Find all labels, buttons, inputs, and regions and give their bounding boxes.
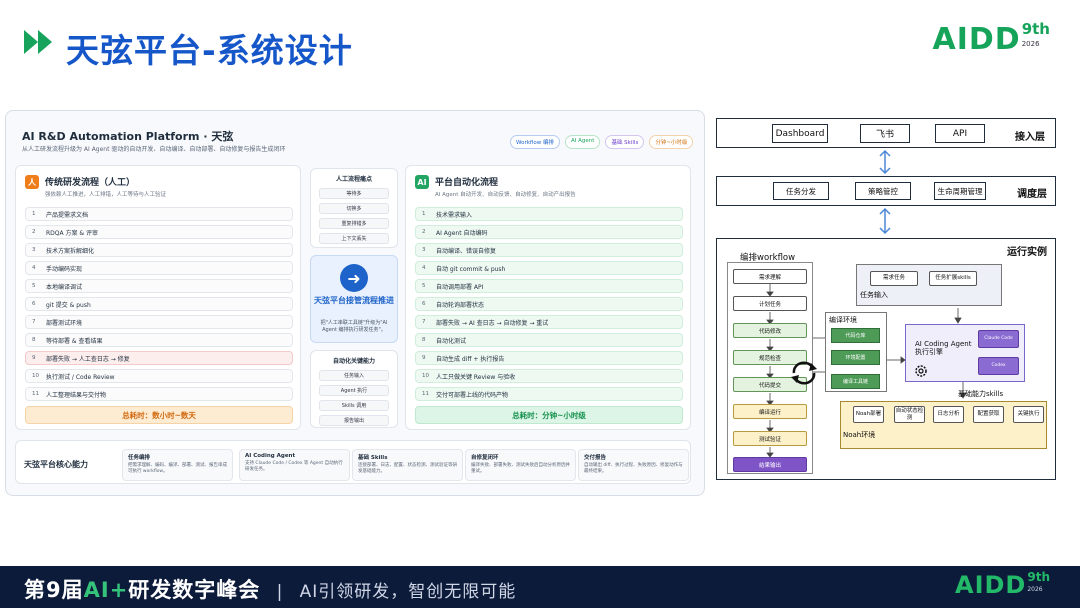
- dispatch-task: 任务分发: [773, 182, 829, 200]
- pain-title: 人工流程痛点: [335, 176, 372, 183]
- arrow-right-icon: ➜: [340, 264, 368, 292]
- list-item: 7 部署测试环境: [25, 315, 293, 329]
- list-item: 8 自动化测试: [415, 333, 683, 347]
- auto-cap-chip: 任务输入: [319, 370, 389, 381]
- logo-year: 2026: [1021, 40, 1040, 48]
- api-entry: API: [935, 124, 985, 143]
- list-item: 5 本地编译调试: [25, 279, 293, 293]
- core-capabilities-title: 天弦平台核心能力: [24, 460, 88, 469]
- automation-title: 平台自动化流程: [435, 178, 499, 188]
- list-item: 8 等待部署 & 查看结果: [25, 333, 293, 347]
- automation-steps: 1 技术需求输入 2 AI Agent 自动编码 3 自动编译、错误自修复 4 自动 g…: [415, 207, 683, 401]
- list-item: 10 人工只做关键 Review 与验收: [415, 369, 683, 383]
- tag-pills: Workflow 编排 AI Agent 基础 Skills 分钟~小时级: [510, 135, 694, 149]
- capability-item: 自修复闭环 编译失败、部署失败、测试失败后自动分析原因并重试。: [465, 449, 576, 481]
- pain-chip: 等待多: [319, 188, 389, 199]
- capability-item: 任务编排 把需求理解、编码、编译、部署、测试、报告串成可执行 workflow。: [122, 449, 233, 481]
- noah-env-label: Noah环境: [843, 431, 876, 439]
- task-input-requirement: 需求任务: [870, 271, 918, 286]
- task-input-skills: 任务扩展skills: [929, 271, 977, 286]
- list-item: 10 执行测试 / Code Review: [25, 369, 293, 383]
- list-item: 3 技术方案拆解细化: [25, 243, 293, 257]
- list-item: 1 技术需求输入: [415, 207, 683, 221]
- pain-chip: 切换多: [319, 203, 389, 214]
- list-item: 2 AI Agent 自动编码: [415, 225, 683, 239]
- wf-node-code-edit: 代码修改: [733, 323, 807, 338]
- dispatch-policy: 策略管控: [855, 182, 911, 200]
- list-item: 11 交付可部署上线的代码产物: [415, 387, 683, 401]
- noah-config: 配置获取: [973, 406, 1004, 423]
- runtime-label: 运行实例: [1007, 247, 1047, 258]
- list-item: 4 自动 git commit & push: [415, 261, 683, 275]
- capability-item: AI Coding Agent 支持 Claude Code / Codex 等 …: [239, 449, 350, 481]
- double-arrow-icon: [877, 149, 893, 179]
- title-double-arrow-icon: [24, 30, 58, 58]
- access-layer-label: 接入层: [1015, 132, 1045, 143]
- pill-skills: 基础 Skills: [605, 135, 645, 149]
- list-item: 11 人工整理结果与交付物: [25, 387, 293, 401]
- noah-deploy: Noah部署: [853, 406, 884, 423]
- list-item: 9 自动生成 diff + 执行报告: [415, 351, 683, 365]
- traditional-total: 总耗时：数小时~数天: [25, 406, 293, 424]
- auto-cap-chip: Agent 执行: [319, 385, 389, 396]
- traditional-subtitle: 强依赖人工推进，人工排错，人工等待与人工验证: [45, 192, 167, 198]
- page-title: 天弦平台-系统设计: [66, 31, 353, 70]
- automation-total: 总耗时：分钟~小时级: [415, 406, 683, 424]
- dispatch-layer-label: 调度层: [1017, 189, 1047, 200]
- list-item: 5 自动调用部署 API: [415, 279, 683, 293]
- auto-capabilities-box: 自动化关键能力 任务输入 Agent 执行 Skills 调用 报告输出: [310, 350, 398, 428]
- double-arrow-icon: [877, 207, 893, 239]
- list-item: 4 手动编码实现: [25, 261, 293, 275]
- list-item: 2 RDQA 方案 & 评审: [25, 225, 293, 239]
- list-item: 7 部署失败 → AI 查日志 → 自动修复 → 重试: [415, 315, 683, 329]
- skills-label: 基础能力skills: [958, 390, 1004, 398]
- auto-cap-chip: 报告输出: [319, 415, 389, 426]
- wf-node-plan: 计划任务: [733, 296, 807, 311]
- auto-cap-chip: Skills 调用: [319, 400, 389, 411]
- list-item: 6 git 提交 & push: [25, 297, 293, 311]
- auto-cap-title: 自动化关键能力: [332, 358, 375, 365]
- noah-status-check: 自动状态检测: [894, 406, 925, 423]
- pain-chip: 重复排错多: [319, 218, 389, 229]
- traditional-title: 传统研发流程（人工）: [45, 178, 136, 188]
- automation-panel: AI 平台自动化流程 AI Agent 自动开发、自动反馈、自动修复、自动产出报…: [405, 165, 691, 430]
- automation-subtitle: AI Agent 自动开发、自动反馈、自动修复、自动产出报告: [435, 192, 576, 198]
- list-item: 3 自动编译、错误自修复: [415, 243, 683, 257]
- person-icon: 人: [25, 175, 39, 189]
- wf-node-requirement: 需求理解: [733, 269, 807, 284]
- list-item: 9 部署失败 → 人工查日志 → 修复: [25, 351, 293, 365]
- wf-node-output: 结果输出: [733, 457, 807, 472]
- noah-exec: 关键执行: [1013, 406, 1044, 423]
- logo-sup: 9th: [1021, 20, 1050, 38]
- feishu-entry: 飞书: [860, 124, 910, 143]
- wf-node-build: 编译运行: [733, 404, 807, 419]
- pill-time: 分钟~小时级: [649, 135, 694, 149]
- capability-item: 基础 Skills 连接部署、日志、配置、状态检测、测试验证等研发基础能力。: [352, 449, 463, 481]
- ai-icon: AI: [415, 175, 429, 189]
- logo-text: AIDD: [932, 22, 1021, 57]
- wf-node-test: 测试验证: [733, 431, 807, 446]
- card-subtitle: 从人工研发流程升级为 AI Agent 驱动的自动开发、自动编译、自动部署、自动…: [22, 146, 286, 153]
- traditional-steps: 1 产品提需求文档 2 RDQA 方案 & 评审 3 技术方案拆解细化 4 手动编码实现…: [25, 207, 293, 401]
- pain-chip: 上下文丢失: [319, 233, 389, 244]
- pain-points-box: 人工流程痛点 等待多 切换多 重复排错多 上下文丢失: [310, 168, 398, 248]
- pill-workflow: Workflow 编排: [510, 135, 561, 149]
- takeover-desc: 把"人工串联工具链"升级为"AI Agent 编排执行研发任务"。: [320, 320, 388, 333]
- noah-log-analysis: 日志分析: [933, 406, 964, 423]
- capability-item: 交付报告 自动输出 diff、执行过程、失败原因、修复动作与最终结果。: [578, 449, 689, 481]
- list-item: 1 产品提需求文档: [25, 207, 293, 221]
- traditional-panel: 人 传统研发流程（人工） 强依赖人工推进，人工排错，人工等待与人工验证 1 产品提…: [15, 165, 301, 430]
- pill-agent: AI Agent: [565, 135, 601, 149]
- dashboard-entry: Dashboard: [772, 124, 828, 143]
- aidd-logo: AIDD 9th 2026: [932, 20, 1050, 58]
- takeover-title: 天弦平台接管流程推进: [314, 296, 394, 305]
- task-input-label: 任务输入: [860, 291, 888, 299]
- footer-logo: AIDD 9th 2026: [955, 570, 1050, 599]
- footer-title: 第9届AI+研发数字峰会 | AI引领研发，智创无限可能: [24, 578, 517, 602]
- list-item: 6 自动轮询部署状态: [415, 297, 683, 311]
- card-title: AI R&D Automation Platform · 天弦: [22, 130, 234, 143]
- dispatch-lifecycle: 生命周期管理: [934, 182, 986, 200]
